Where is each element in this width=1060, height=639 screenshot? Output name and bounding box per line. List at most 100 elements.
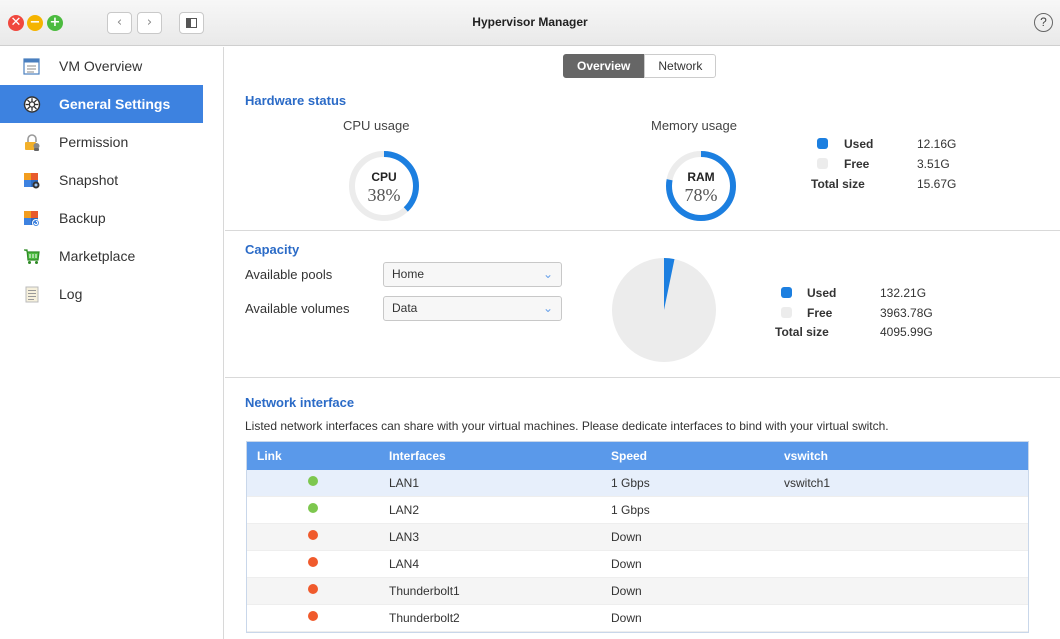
- link-down-icon: [308, 530, 318, 540]
- table-header: Link Interfaces Speed vswitch: [247, 442, 1028, 470]
- column-header-speed[interactable]: Speed: [611, 442, 647, 470]
- section-divider: [225, 377, 1060, 378]
- capacity-title: Capacity: [245, 242, 300, 257]
- section-divider: [225, 230, 1060, 231]
- vm-overview-icon: [23, 58, 40, 75]
- sidebar: VM Overview General Settings Permission: [0, 47, 224, 639]
- memory-total-label: Total size: [811, 177, 865, 191]
- capacity-free-value: 3963.78G: [880, 306, 933, 320]
- capacity-used-value: 132.21G: [880, 286, 927, 300]
- interface-cell: LAN4: [389, 557, 420, 571]
- vswitch-cell: vswitch1: [784, 476, 831, 490]
- table-row[interactable]: LAN4 Down: [247, 551, 1028, 578]
- sidebar-item-vm-overview[interactable]: VM Overview: [0, 47, 203, 85]
- speed-cell: 1 Gbps: [611, 476, 650, 490]
- speed-cell: Down: [611, 557, 642, 571]
- memory-used-swatch: [817, 138, 828, 149]
- available-volumes-value: Data: [392, 301, 418, 315]
- tab-network[interactable]: Network: [644, 54, 717, 78]
- sidebar-item-label: VM Overview: [59, 58, 143, 74]
- table-row[interactable]: LAN3 Down: [247, 524, 1028, 551]
- available-pools-value: Home: [392, 267, 425, 281]
- available-pools-label: Available pools: [245, 267, 333, 282]
- capacity-used-swatch: [781, 287, 792, 298]
- memory-used-value: 12.16G: [917, 137, 957, 151]
- column-header-link[interactable]: Link: [257, 442, 282, 470]
- speed-cell: Down: [611, 611, 642, 625]
- sidebar-item-snapshot[interactable]: Snapshot: [0, 161, 203, 199]
- sidebar-item-permission[interactable]: Permission: [0, 123, 203, 161]
- capacity-free-label: Free: [807, 306, 833, 320]
- table-row[interactable]: LAN2 1 Gbps: [247, 497, 1028, 524]
- capacity-used-label: Used: [807, 286, 837, 300]
- table-row[interactable]: Thunderbolt1 Down: [247, 578, 1028, 605]
- chevron-down-icon: ⌄: [542, 301, 553, 315]
- available-volumes-select[interactable]: Data ⌄: [383, 296, 562, 321]
- main-panel: Overview Network Hardware status CPU usa…: [225, 47, 1060, 639]
- table-row[interactable]: LAN1 1 Gbps vswitch1: [247, 470, 1028, 497]
- tab-bar: Overview Network: [563, 54, 717, 78]
- sidebar-item-label: Backup: [59, 210, 106, 226]
- chevron-down-icon: ⌄: [542, 267, 553, 281]
- interface-cell: Thunderbolt2: [389, 611, 460, 625]
- memory-gauge: RAM 78%: [666, 151, 736, 221]
- capacity-free-swatch: [781, 307, 792, 318]
- settings-icon: [23, 96, 41, 113]
- log-icon: [25, 286, 39, 303]
- memory-total-value: 15.67G: [917, 177, 957, 191]
- tab-overview[interactable]: Overview: [563, 54, 645, 78]
- sidebar-item-general-settings[interactable]: General Settings: [0, 85, 203, 123]
- hardware-status-title: Hardware status: [245, 93, 347, 108]
- interface-cell: LAN3: [389, 530, 420, 544]
- available-volumes-label: Available volumes: [245, 301, 350, 316]
- cart-icon: [24, 249, 40, 264]
- sidebar-item-label: Log: [59, 286, 83, 302]
- link-up-icon: [308, 476, 318, 486]
- network-interface-table: Link Interfaces Speed vswitch LAN1 1 Gbps…: [246, 441, 1029, 633]
- network-description: Listed network interfaces can share with…: [245, 419, 889, 433]
- permission-icon: [25, 134, 40, 151]
- memory-free-swatch: [817, 158, 828, 169]
- link-down-icon: [308, 557, 318, 567]
- sidebar-item-label: Permission: [59, 134, 129, 150]
- speed-cell: Down: [611, 530, 642, 544]
- sidebar-item-label: General Settings: [59, 96, 171, 112]
- cpu-gauge: CPU 38%: [349, 151, 419, 221]
- cpu-gauge-percent: 38%: [368, 185, 401, 205]
- sidebar-item-label: Snapshot: [59, 172, 119, 188]
- link-down-icon: [308, 611, 318, 621]
- capacity-total-value: 4095.99G: [880, 325, 933, 339]
- memory-usage-label: Memory usage: [651, 118, 737, 133]
- help-icon: ?: [1040, 15, 1047, 29]
- speed-cell: Down: [611, 584, 642, 598]
- link-up-icon: [308, 503, 318, 513]
- title-bar: ✕ − + ‹ › Hypervisor Manager ?: [0, 0, 1060, 46]
- memory-gauge-name: RAM: [687, 170, 714, 184]
- sidebar-item-log[interactable]: Log: [0, 275, 203, 313]
- column-header-vswitch[interactable]: vswitch: [784, 442, 828, 470]
- memory-free-label: Free: [844, 157, 870, 171]
- cpu-gauge-name: CPU: [371, 170, 396, 184]
- backup-icon: [24, 211, 40, 227]
- memory-free-value: 3.51G: [917, 157, 950, 171]
- network-interface-title: Network interface: [245, 395, 355, 410]
- sidebar-item-marketplace[interactable]: Marketplace: [0, 237, 203, 275]
- interface-cell: Thunderbolt1: [389, 584, 460, 598]
- memory-gauge-percent: 78%: [685, 185, 718, 205]
- help-button[interactable]: ?: [1034, 13, 1053, 32]
- cpu-usage-label: CPU usage: [343, 118, 410, 133]
- sidebar-item-label: Marketplace: [59, 248, 136, 264]
- capacity-total-label: Total size: [775, 325, 829, 339]
- column-header-interfaces[interactable]: Interfaces: [389, 442, 446, 470]
- link-down-icon: [308, 584, 318, 594]
- window-title: Hypervisor Manager: [472, 15, 588, 29]
- memory-used-label: Used: [844, 137, 874, 151]
- snapshot-icon: [24, 173, 40, 189]
- table-body: LAN1 1 Gbps vswitch1 LAN2 1 Gbps LAN3 Down LAN4…: [247, 470, 1028, 632]
- sidebar-item-backup[interactable]: Backup: [0, 199, 203, 237]
- speed-cell: 1 Gbps: [611, 503, 650, 517]
- table-row[interactable]: Thunderbolt2 Down: [247, 605, 1028, 632]
- interface-cell: LAN1: [389, 476, 420, 490]
- available-pools-select[interactable]: Home ⌄: [383, 262, 562, 287]
- interface-cell: LAN2: [389, 503, 420, 517]
